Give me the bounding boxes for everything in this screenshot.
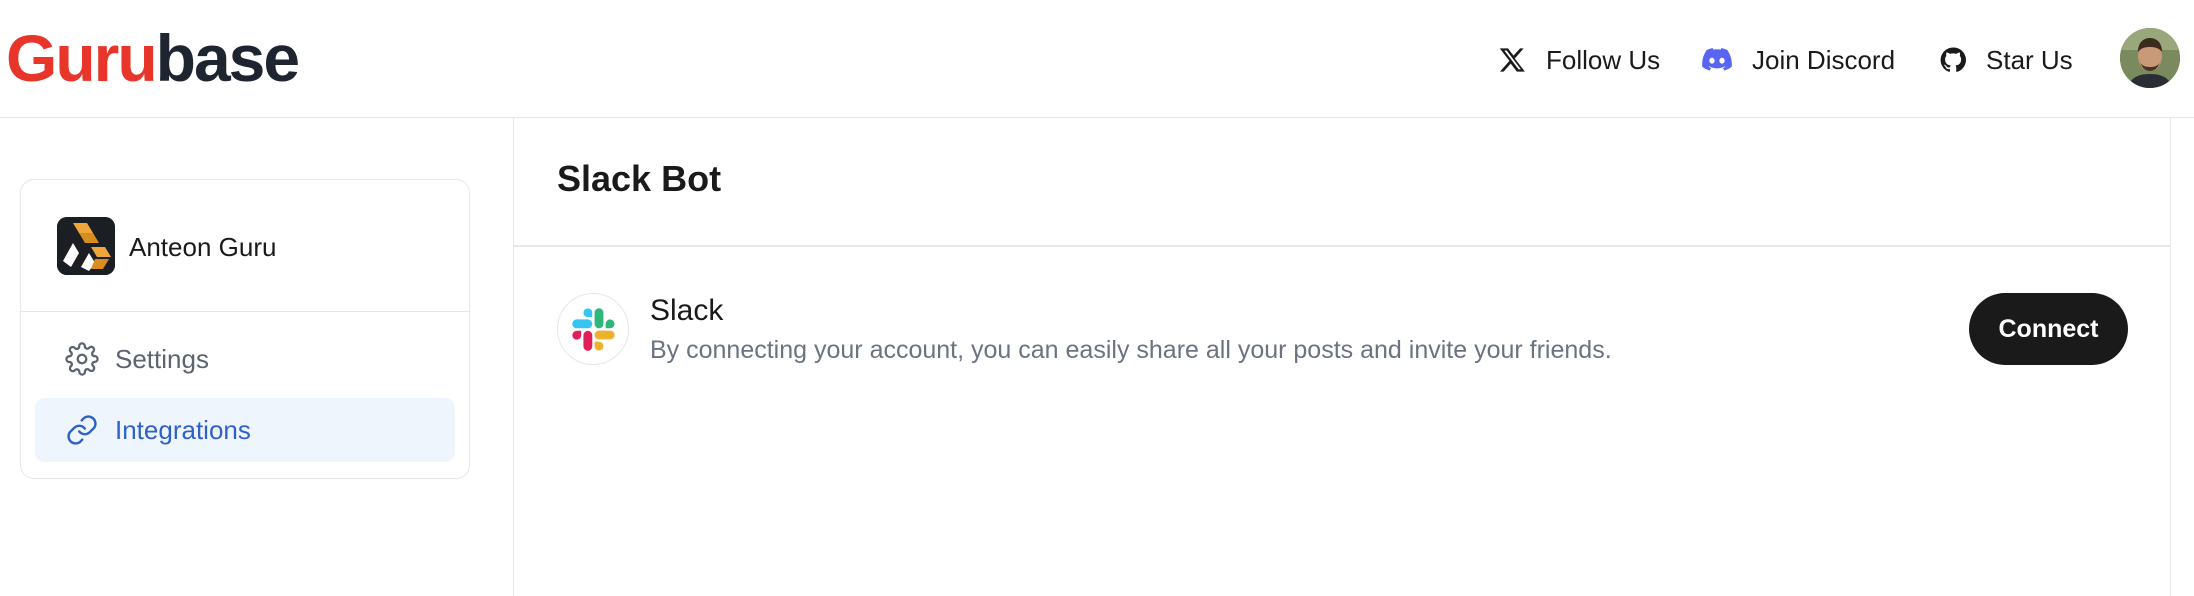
join-discord-label: Join Discord: [1752, 44, 1896, 75]
content-right-border: [2170, 118, 2171, 596]
sidebar-item-label: Settings: [115, 344, 209, 374]
integration-name: Slack: [650, 294, 724, 327]
star-us-link[interactable]: Star Us: [1940, 38, 2073, 82]
guru-name: Anteon Guru: [129, 232, 277, 262]
integration-description: By connecting your account, you can easi…: [650, 336, 1612, 364]
discord-icon: [1702, 48, 1732, 72]
gurubase-logo[interactable]: Gurubase: [6, 18, 300, 98]
anteon-logo-icon: [57, 217, 115, 275]
follow-us-label: Follow Us: [1546, 44, 1661, 75]
github-icon: [1940, 47, 1966, 73]
sidebar-item-integrations[interactable]: Integrations: [35, 398, 455, 462]
follow-us-link[interactable]: Follow Us: [1498, 38, 1660, 82]
gear-icon: [65, 342, 99, 376]
sidebar-item-label: Integrations: [115, 415, 251, 445]
page-title: Slack Bot: [557, 158, 722, 199]
guru-header[interactable]: Anteon Guru: [21, 180, 469, 312]
star-us-label: Star Us: [1986, 44, 2073, 75]
guru-sidebar: Anteon Guru Settings Integrations: [20, 179, 470, 479]
content-left-border: [513, 118, 514, 596]
connect-button[interactable]: Connect: [1969, 293, 2128, 365]
link-icon: [65, 413, 99, 447]
slack-icon: [557, 293, 629, 365]
join-discord-link[interactable]: Join Discord: [1702, 38, 1895, 82]
logo-base-text: base: [155, 21, 300, 95]
x-twitter-icon: [1498, 46, 1526, 74]
logo-guru-text: Guru: [6, 21, 158, 95]
sidebar-item-settings[interactable]: Settings: [35, 327, 455, 391]
top-header: Gurubase Follow Us Join Discord Star Us: [0, 0, 2194, 118]
user-avatar[interactable]: [2120, 28, 2180, 88]
title-divider: [514, 245, 2170, 247]
